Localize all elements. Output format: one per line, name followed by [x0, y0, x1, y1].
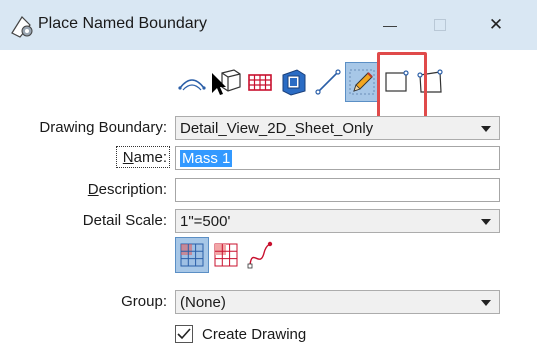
line-icon — [315, 69, 341, 95]
tool-grid-red[interactable] — [209, 237, 243, 273]
pencil-icon — [349, 69, 375, 95]
curve-icon — [247, 241, 273, 269]
group-select[interactable]: (None) — [175, 290, 500, 314]
cursor-cube-icon — [212, 69, 241, 95]
chevron-down-icon — [481, 126, 491, 132]
checkmark-icon — [177, 328, 191, 340]
detail-scale-select[interactable]: 1"=500' — [175, 209, 500, 233]
close-icon: ✕ — [488, 15, 504, 34]
detail-scale-label: Detail Scale: — [82, 212, 167, 229]
group-value: (None) — [180, 294, 226, 311]
grid-icon — [248, 74, 272, 91]
tool-curve[interactable] — [243, 237, 277, 273]
tool-arc-boundary[interactable] — [175, 62, 209, 102]
tool-grid-cells[interactable] — [175, 237, 209, 273]
description-input[interactable] — [175, 178, 500, 202]
view-cube-icon — [282, 69, 306, 96]
name-input[interactable]: Mass 1 — [175, 146, 500, 170]
boundary-shape-toolbar — [175, 237, 277, 273]
grid-red-icon — [214, 243, 238, 267]
minimize-button[interactable]: — — [370, 10, 410, 40]
app-icon — [8, 13, 36, 39]
group-label: Group: — [121, 293, 167, 310]
tool-line-boundary[interactable] — [311, 62, 345, 102]
close-button[interactable]: ✕ — [476, 10, 516, 40]
create-drawing-checkbox[interactable] — [175, 325, 193, 343]
drawing-boundary-value: Detail_View_2D_Sheet_Only — [180, 120, 374, 137]
detail-scale-row: Detail Scale: 1"=500' — [0, 209, 537, 235]
tool-select-element[interactable] — [209, 62, 243, 102]
chevron-down-icon — [481, 219, 491, 225]
tool-view-boundary[interactable] — [277, 62, 311, 102]
detail-scale-value: 1"=500' — [180, 213, 231, 230]
highlight-frame — [377, 52, 427, 122]
drawing-boundary-row: Drawing Boundary: Detail_View_2D_Sheet_O… — [0, 116, 537, 142]
description-row: Description: — [0, 178, 537, 204]
group-row: Group: (None) — [0, 290, 537, 316]
name-row: Name: Mass 1 — [0, 146, 537, 172]
create-drawing-row: Create Drawing — [175, 322, 306, 346]
create-drawing-label: Create Drawing — [202, 325, 307, 343]
maximize-button[interactable] — [420, 10, 460, 40]
name-label: Name: — [122, 149, 167, 166]
tool-draw-shape[interactable] — [345, 62, 379, 102]
drawing-boundary-label: Drawing Boundary: — [39, 119, 167, 136]
minimize-icon: — — [383, 17, 397, 33]
description-label: Description: — [87, 181, 167, 198]
tool-grid-boundary[interactable] — [243, 62, 277, 102]
drawing-boundary-select[interactable]: Detail_View_2D_Sheet_Only — [175, 116, 500, 140]
grid-cells-icon — [180, 243, 204, 267]
window-title: Place Named Boundary — [38, 15, 207, 32]
arc-boundary-icon — [178, 79, 206, 91]
title-bar: Place Named Boundary — ✕ — [0, 0, 537, 50]
name-value: Mass 1 — [180, 150, 233, 167]
chevron-down-icon — [481, 300, 491, 306]
maximize-icon — [434, 19, 446, 31]
